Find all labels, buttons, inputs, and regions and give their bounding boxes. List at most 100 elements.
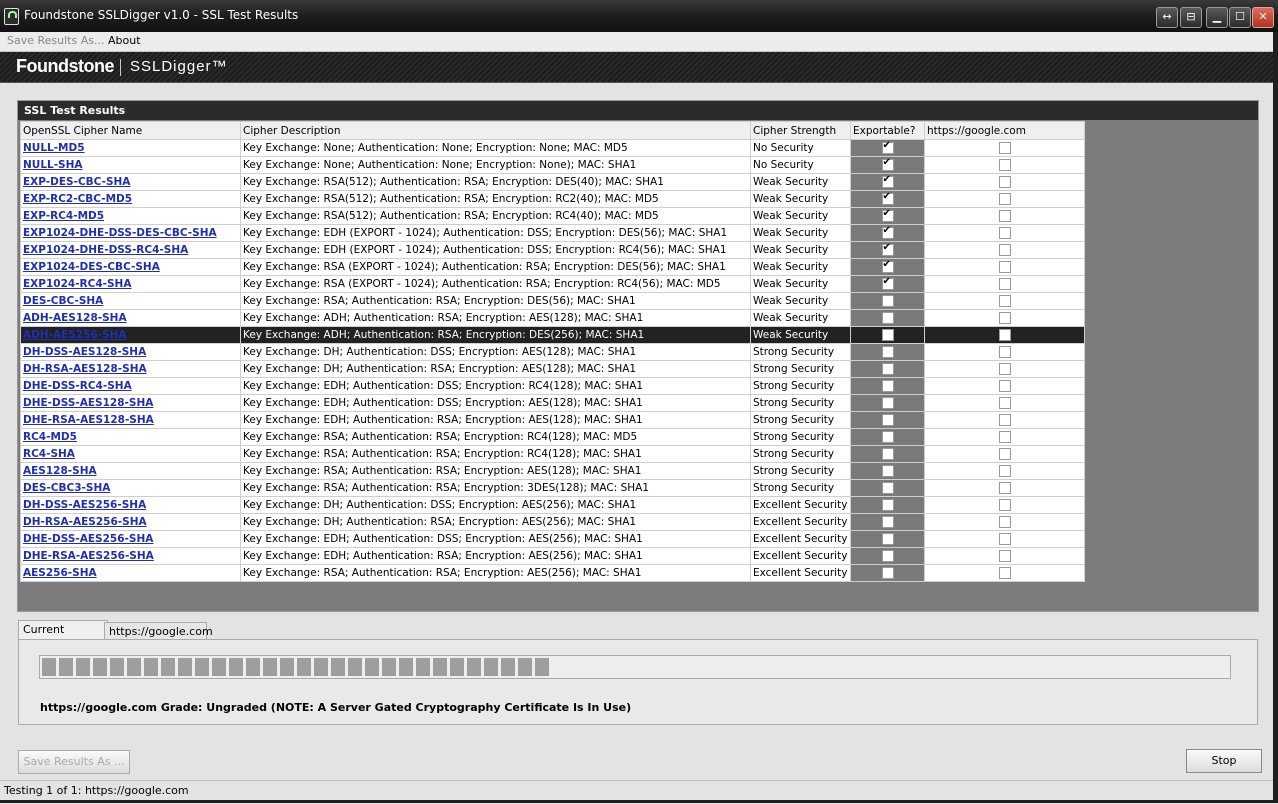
table-row[interactable]: DH-DSS-AES256-SHA Key Exchange: DH; Authe… xyxy=(20,496,1085,514)
col-google[interactable]: https://google.com xyxy=(924,121,1085,140)
table-row[interactable]: AES128-SHA Key Exchange: RSA; Authenticat… xyxy=(20,462,1085,480)
col-exportable[interactable]: Exportable? xyxy=(850,121,925,140)
exportable-checkbox[interactable] xyxy=(881,329,894,341)
col-cipher-name[interactable]: OpenSSL Cipher Name xyxy=(20,121,241,140)
google-checkbox[interactable] xyxy=(998,363,1011,375)
table-row[interactable]: DHE-RSA-AES128-SHA Key Exchange: EDH; Aut… xyxy=(20,411,1085,429)
exportable-checkbox[interactable] xyxy=(881,363,894,375)
exportable-checkbox[interactable] xyxy=(881,465,894,477)
table-row[interactable]: EXP1024-DHE-DSS-RC4-SHA Key Exchange: EDH… xyxy=(20,241,1085,259)
exportable-checkbox[interactable] xyxy=(881,243,894,256)
table-row[interactable]: ADH-AES256-SHA Key Exchange: ADH; Authent… xyxy=(20,326,1085,344)
cipher-name-link[interactable]: RC4-MD5 xyxy=(23,431,77,443)
exportable-checkbox[interactable] xyxy=(881,550,894,562)
exportable-checkbox[interactable] xyxy=(881,346,894,358)
maximize-icon[interactable]: ☐ xyxy=(1229,7,1251,28)
table-row[interactable]: DES-CBC3-SHA Key Exchange: RSA; Authentic… xyxy=(20,479,1085,497)
google-checkbox[interactable] xyxy=(998,261,1011,273)
exportable-checkbox[interactable] xyxy=(881,175,894,188)
google-checkbox[interactable] xyxy=(998,499,1011,511)
google-checkbox[interactable] xyxy=(998,380,1011,392)
menu-about[interactable]: About xyxy=(108,34,141,47)
table-row[interactable]: NULL-SHA Key Exchange: None; Authenticati… xyxy=(20,156,1085,174)
close-icon[interactable]: ✕ xyxy=(1252,7,1274,28)
tab-current-results[interactable]: Current Results xyxy=(18,620,108,654)
exportable-checkbox[interactable] xyxy=(881,277,894,290)
cipher-name-link[interactable]: DH-DSS-AES256-SHA xyxy=(23,499,146,511)
table-row[interactable]: DES-CBC-SHA Key Exchange: RSA; Authentica… xyxy=(20,292,1085,310)
google-checkbox[interactable] xyxy=(998,346,1011,358)
table-row[interactable]: RC4-MD5 Key Exchange: RSA; Authentication… xyxy=(20,428,1085,446)
google-checkbox[interactable] xyxy=(998,278,1011,290)
exportable-checkbox[interactable] xyxy=(881,226,894,239)
table-row[interactable]: EXP1024-DES-CBC-SHA Key Exchange: RSA (EX… xyxy=(20,258,1085,276)
table-row[interactable]: EXP-RC4-MD5 Key Exchange: RSA(512); Authe… xyxy=(20,207,1085,225)
cipher-name-link[interactable]: DH-DSS-AES128-SHA xyxy=(23,346,146,358)
table-row[interactable]: ADH-AES128-SHA Key Exchange: ADH; Authent… xyxy=(20,309,1085,327)
google-checkbox[interactable] xyxy=(998,210,1011,222)
exportable-checkbox[interactable] xyxy=(881,397,894,409)
google-checkbox[interactable] xyxy=(998,244,1011,256)
table-row[interactable]: DHE-DSS-AES256-SHA Key Exchange: EDH; Aut… xyxy=(20,530,1085,548)
cipher-name-link[interactable]: DHE-DSS-AES256-SHA xyxy=(23,533,153,545)
table-row[interactable]: NULL-MD5 Key Exchange: None; Authenticati… xyxy=(20,139,1085,157)
cipher-name-link[interactable]: EXP1024-DES-CBC-SHA xyxy=(23,261,160,273)
table-row[interactable]: DH-DSS-AES128-SHA Key Exchange: DH; Authe… xyxy=(20,343,1085,361)
table-row[interactable]: DHE-DSS-AES128-SHA Key Exchange: EDH; Aut… xyxy=(20,394,1085,412)
restore-icon[interactable]: ↔ xyxy=(1156,7,1178,28)
table-row[interactable]: DH-RSA-AES128-SHA Key Exchange: DH; Authe… xyxy=(20,360,1085,378)
exportable-checkbox[interactable] xyxy=(881,482,894,494)
google-checkbox[interactable] xyxy=(998,431,1011,443)
google-checkbox[interactable] xyxy=(998,176,1011,188)
table-row[interactable]: AES256-SHA Key Exchange: RSA; Authenticat… xyxy=(20,564,1085,582)
col-cipher-description[interactable]: Cipher Description xyxy=(240,121,751,140)
exportable-checkbox[interactable] xyxy=(881,380,894,392)
google-checkbox[interactable] xyxy=(998,414,1011,426)
cipher-name-link[interactable]: NULL-SHA xyxy=(23,159,83,171)
cipher-name-link[interactable]: DH-RSA-AES128-SHA xyxy=(23,363,147,375)
google-checkbox[interactable] xyxy=(998,448,1011,460)
minimize-icon[interactable]: ▁ xyxy=(1206,7,1228,28)
table-row[interactable]: DHE-DSS-RC4-SHA Key Exchange: EDH; Authen… xyxy=(20,377,1085,395)
exportable-checkbox[interactable] xyxy=(881,209,894,222)
google-checkbox[interactable] xyxy=(998,465,1011,477)
table-row[interactable]: EXP-RC2-CBC-MD5 Key Exchange: RSA(512); A… xyxy=(20,190,1085,208)
cipher-name-link[interactable]: EXP1024-DHE-DSS-RC4-SHA xyxy=(23,244,188,256)
cipher-name-link[interactable]: EXP-RC2-CBC-MD5 xyxy=(23,193,132,205)
cipher-name-link[interactable]: DHE-DSS-AES128-SHA xyxy=(23,397,153,409)
google-checkbox[interactable] xyxy=(998,159,1011,171)
google-checkbox[interactable] xyxy=(998,397,1011,409)
table-row[interactable]: DHE-RSA-AES256-SHA Key Exchange: EDH; Aut… xyxy=(20,547,1085,565)
cipher-name-link[interactable]: ADH-AES128-SHA xyxy=(23,312,127,324)
pin-icon[interactable]: ⊟ xyxy=(1180,7,1202,28)
exportable-checkbox[interactable] xyxy=(881,158,894,171)
table-row[interactable]: EXP-DES-CBC-SHA Key Exchange: RSA(512); A… xyxy=(20,173,1085,191)
table-row[interactable]: DH-RSA-AES256-SHA Key Exchange: DH; Authe… xyxy=(20,513,1085,531)
cipher-name-link[interactable]: RC4-SHA xyxy=(23,448,75,460)
exportable-checkbox[interactable] xyxy=(881,260,894,273)
table-row[interactable]: EXP1024-DHE-DSS-DES-CBC-SHA Key Exchange:… xyxy=(20,224,1085,242)
google-checkbox[interactable] xyxy=(998,516,1011,528)
google-checkbox[interactable] xyxy=(998,227,1011,239)
cipher-name-link[interactable]: DHE-DSS-RC4-SHA xyxy=(23,380,132,392)
col-cipher-strength[interactable]: Cipher Strength xyxy=(750,121,851,140)
google-checkbox[interactable] xyxy=(998,295,1011,307)
cipher-name-link[interactable]: EXP-RC4-MD5 xyxy=(23,210,104,222)
exportable-checkbox[interactable] xyxy=(881,516,894,528)
exportable-checkbox[interactable] xyxy=(881,431,894,443)
table-row[interactable]: RC4-SHA Key Exchange: RSA; Authentication… xyxy=(20,445,1085,463)
save-results-button[interactable]: Save Results As ... xyxy=(18,750,130,774)
cipher-name-link[interactable]: DH-RSA-AES256-SHA xyxy=(23,516,147,528)
tab-google[interactable]: https://google.com xyxy=(104,622,213,640)
cipher-name-link[interactable]: AES256-SHA xyxy=(23,567,97,579)
exportable-checkbox[interactable] xyxy=(881,295,894,307)
google-checkbox[interactable] xyxy=(998,533,1011,545)
exportable-checkbox[interactable] xyxy=(881,567,894,579)
cipher-name-link[interactable]: DHE-RSA-AES128-SHA xyxy=(23,414,154,426)
cipher-name-link[interactable]: DES-CBC3-SHA xyxy=(23,482,110,494)
google-checkbox[interactable] xyxy=(998,329,1011,341)
cipher-name-link[interactable]: DHE-RSA-AES256-SHA xyxy=(23,550,154,562)
cipher-name-link[interactable]: EXP1024-RC4-SHA xyxy=(23,278,131,290)
stop-button[interactable]: Stop xyxy=(1186,749,1262,773)
google-checkbox[interactable] xyxy=(998,567,1011,579)
